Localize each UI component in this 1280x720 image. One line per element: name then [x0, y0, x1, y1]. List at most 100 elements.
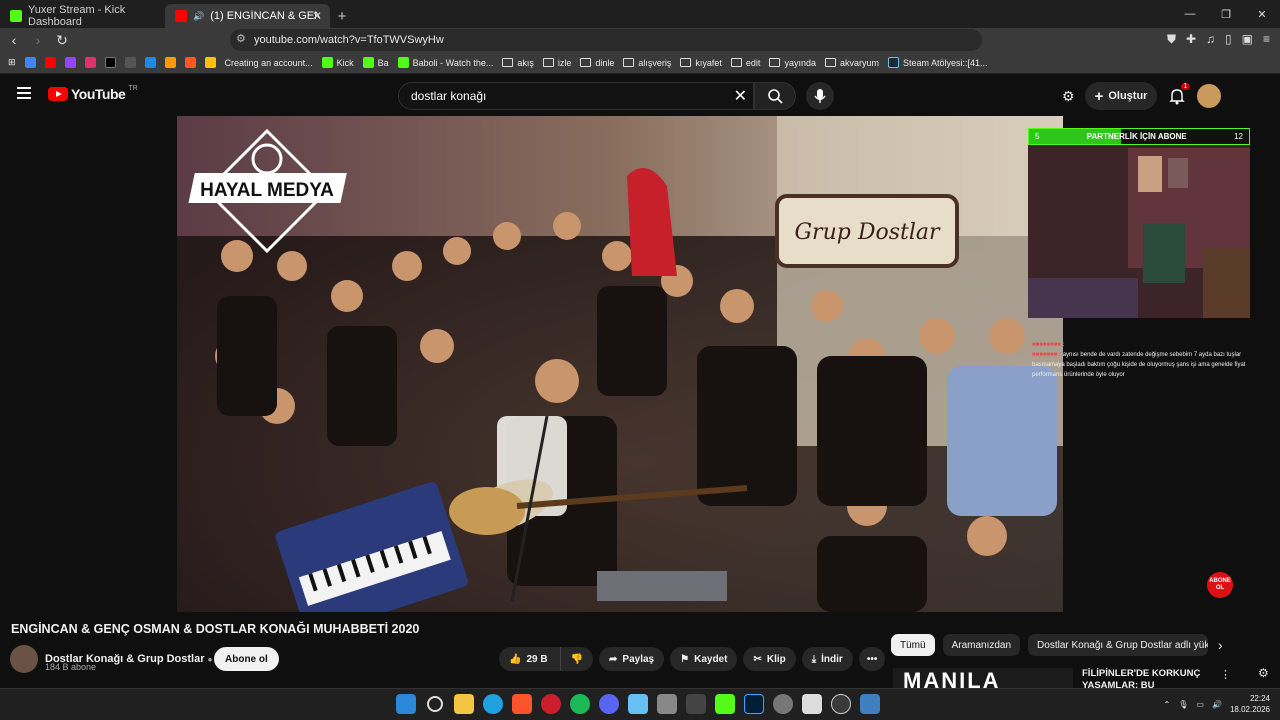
bookmark-blue-icon[interactable] — [144, 57, 156, 68]
new-tab-button[interactable]: + — [330, 4, 354, 28]
spotify-icon[interactable] — [570, 694, 590, 714]
chip-from-uploader[interactable]: Dostlar Konağı & Grup Dostlar adlı yükle… — [1028, 634, 1209, 656]
video-player[interactable]: Grup Dostlar HAYAL MEDYA — [177, 116, 1063, 612]
share-button[interactable]: ➦ Paylaş — [599, 647, 665, 671]
clock[interactable]: 22:24 18.02.2026 — [1230, 693, 1270, 715]
search-input[interactable]: dostlar konağı ✕ — [398, 82, 754, 110]
opera-icon[interactable] — [541, 694, 561, 714]
chip-from-search[interactable]: Aramanızdan — [942, 634, 1021, 656]
thumbnail-text: MANILA — [903, 668, 1001, 688]
search-button[interactable] — [754, 82, 796, 110]
menu-icon[interactable]: ≡ — [1263, 32, 1270, 47]
tray-chevron-icon[interactable]: ⌃ — [1164, 700, 1171, 709]
bookmark-yellow-icon[interactable] — [204, 57, 216, 68]
folder-icon — [730, 58, 742, 67]
twitch-icon[interactable] — [64, 57, 76, 68]
channel-avatar[interactable] — [10, 645, 38, 673]
kick-icon — [362, 57, 374, 68]
clip-button[interactable]: ✂ Klip — [743, 647, 796, 671]
google-icon[interactable] — [24, 57, 36, 68]
bookmark-edit[interactable]: edit — [730, 58, 760, 68]
chip-all[interactable]: Tümü — [891, 634, 935, 656]
network-icon[interactable]: ▭ — [1196, 700, 1204, 709]
tab-kick-dashboard[interactable]: Yuxer Stream - Kick Dashboard — [0, 4, 165, 28]
like-button[interactable]: 👍 29 B — [499, 647, 560, 671]
create-button[interactable]: + Oluştur — [1084, 82, 1158, 110]
file-explorer-icon[interactable] — [454, 694, 474, 714]
download-button[interactable]: ⤓ İndir — [801, 647, 853, 671]
create-label: Oluştur — [1108, 90, 1148, 102]
capcut-icon[interactable] — [686, 694, 706, 714]
bookmark-izle[interactable]: izle — [542, 58, 571, 68]
brave-icon[interactable] — [512, 694, 532, 714]
more-actions-button[interactable]: ••• — [858, 647, 886, 671]
subscribe-button[interactable]: Abone ol — [214, 647, 279, 671]
tab-youtube-video[interactable]: 🔊 (1) ENGİNCAN & GENÇ OSMA ✕ — [165, 4, 330, 28]
x-icon[interactable] — [104, 57, 116, 68]
site-info-icon[interactable]: ⚙ — [236, 32, 246, 45]
url-field[interactable]: ⚙ youtube.com/watch?v=TfoTWVSwyHw — [230, 29, 982, 51]
music-icon[interactable]: ♫ — [1206, 32, 1215, 47]
extensions-icon[interactable]: ✚ — [1186, 32, 1196, 47]
calculator-icon[interactable] — [657, 694, 677, 714]
bookmark-label: dinle — [595, 57, 615, 68]
close-window-button[interactable]: ✕ — [1244, 0, 1280, 28]
bookmark-dinle[interactable]: dinle — [580, 58, 614, 68]
bookmark-ba[interactable]: Ba — [362, 57, 389, 68]
close-tab-icon[interactable]: ✕ — [312, 9, 322, 23]
github-icon[interactable] — [124, 57, 136, 68]
taskbar-search-icon[interactable] — [427, 696, 443, 712]
chip-label: Aramanızdan — [951, 639, 1012, 651]
notifications-button[interactable]: 1 — [1167, 83, 1191, 106]
bookmark-baboli[interactable]: Baboli - Watch the... — [397, 57, 493, 68]
bookmark-alisveris[interactable]: alışveriş — [623, 58, 671, 68]
apps-icon[interactable]: ⊞ — [8, 57, 16, 68]
reload-icon[interactable]: ↻ — [52, 32, 72, 49]
clear-search-icon[interactable]: ✕ — [734, 86, 747, 106]
app-blue-icon[interactable] — [860, 694, 880, 714]
instagram-icon[interactable] — [84, 57, 96, 68]
account-avatar[interactable] — [1197, 84, 1222, 108]
bookmark-red-icon[interactable] — [184, 57, 196, 68]
recommended-more-icon[interactable]: ⋮ — [1220, 668, 1231, 681]
hamburger-menu-icon[interactable] — [17, 87, 31, 99]
shield-icon[interactable]: ⛊ — [1167, 32, 1176, 47]
bookmark-akis[interactable]: akış — [502, 58, 534, 68]
sidebar-icon[interactable]: ▯ — [1225, 32, 1232, 47]
bookmark-kick[interactable]: Kick — [321, 57, 354, 68]
settings-gear-icon[interactable]: ⚙ — [1062, 88, 1075, 105]
back-icon[interactable]: ‹ — [4, 32, 24, 48]
forward-icon[interactable]: › — [28, 32, 48, 48]
folder-icon — [502, 58, 514, 67]
mic-tray-icon[interactable]: 🎙 — [1178, 700, 1188, 709]
youtube-bookmark-icon[interactable] — [44, 57, 56, 68]
bookmark-yayinda[interactable]: yayında — [769, 58, 816, 68]
edge-icon[interactable] — [483, 694, 503, 714]
youtube-logo[interactable]: YouTube TR — [48, 85, 138, 102]
chevron-right-icon[interactable]: › — [1218, 637, 1223, 653]
address-bar-row: ‹ › ↻ ☐ ⚙ youtube.com/watch?v=TfoTWVSwyH… — [0, 28, 1280, 52]
maximize-button[interactable]: ❐ — [1208, 0, 1244, 28]
chip-label: Dostlar Konağı & Grup Dostlar adlı yükle… — [1037, 639, 1209, 651]
app-white-icon[interactable] — [802, 694, 822, 714]
windows-start-icon[interactable] — [396, 694, 416, 714]
voice-search-button[interactable] — [806, 82, 834, 110]
bookmark-orange-icon[interactable] — [164, 57, 176, 68]
wallet-icon[interactable]: ▣ — [1242, 32, 1253, 47]
minimize-button[interactable]: — — [1172, 0, 1208, 28]
photoshop-icon[interactable] — [744, 694, 764, 714]
bookmark-kiyafet[interactable]: kıyafet — [680, 58, 722, 68]
dislike-button[interactable]: 👎 — [559, 647, 594, 671]
steam-taskbar-icon[interactable] — [628, 694, 648, 714]
kick-taskbar-icon[interactable] — [715, 694, 735, 714]
volume-icon[interactable]: 🔊 — [1212, 700, 1222, 709]
recommended-thumbnail[interactable]: MANILA — [893, 668, 1073, 688]
obs-icon[interactable] — [831, 694, 851, 714]
app-circle-icon[interactable] — [773, 694, 793, 714]
bookmark-creating-account[interactable]: Creating an account... — [225, 58, 313, 68]
discord-icon[interactable] — [599, 694, 619, 714]
bookmark-steam[interactable]: Steam Atölyesi::[41... — [887, 57, 988, 68]
sidebar-settings-icon[interactable]: ⚙ — [1258, 666, 1269, 680]
save-button[interactable]: ⚑ Kaydet — [670, 647, 738, 671]
bookmark-akvaryum[interactable]: akvaryum — [824, 58, 879, 68]
